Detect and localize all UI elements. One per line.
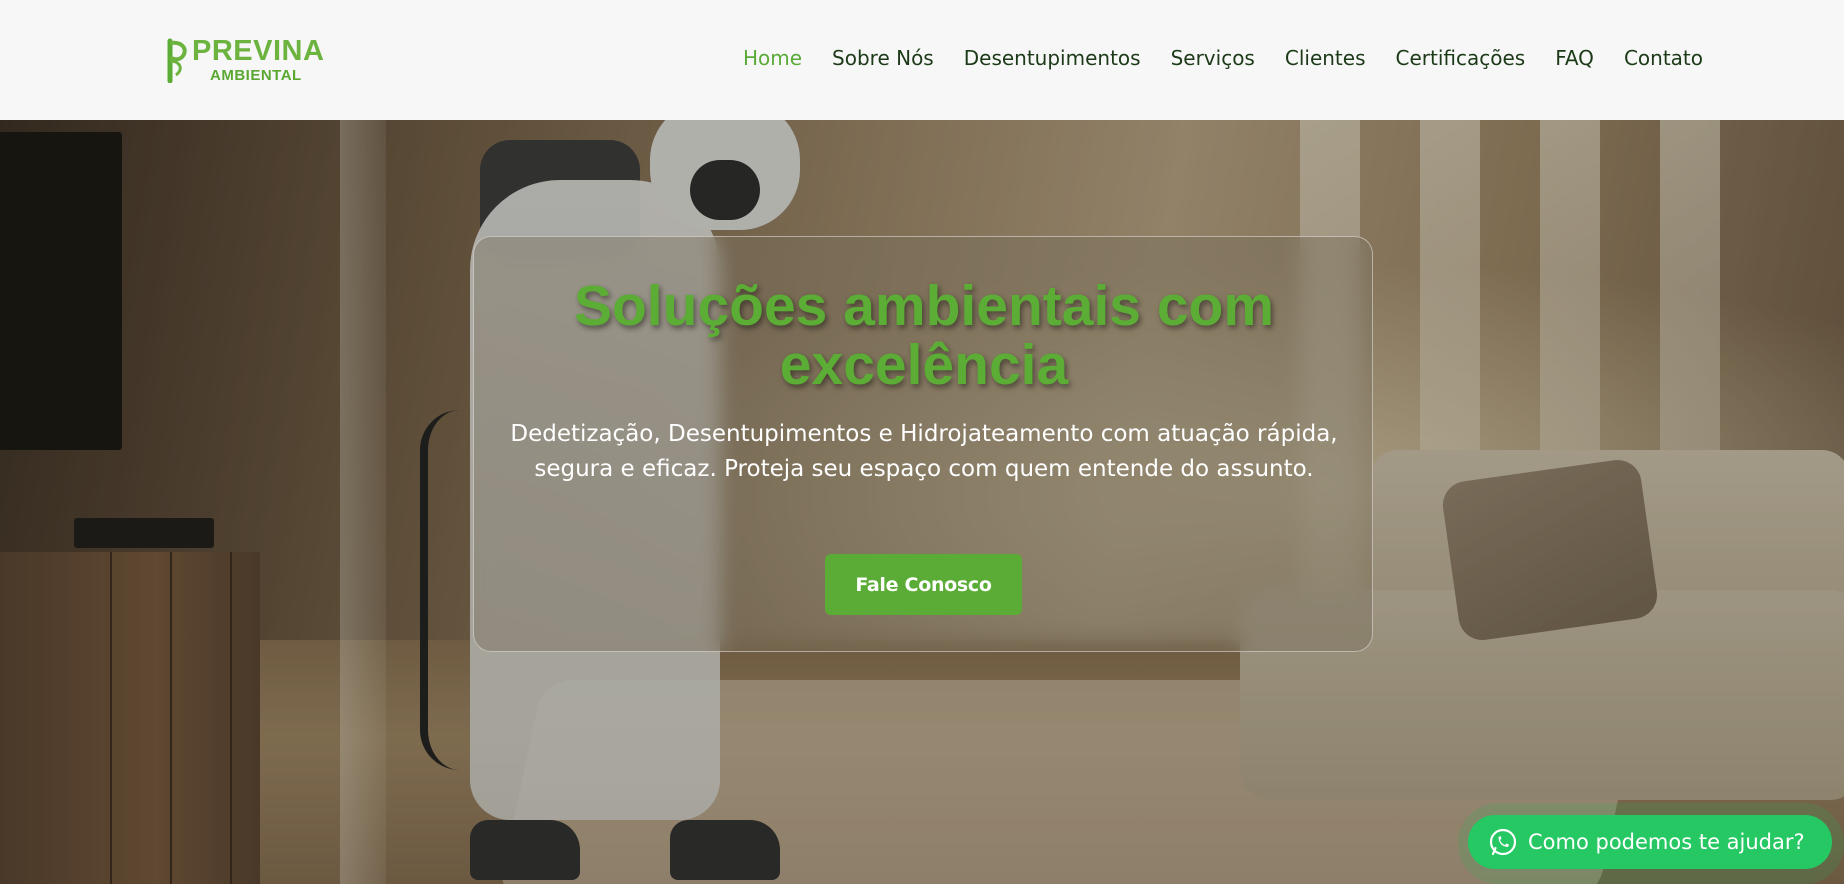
fale-conosco-button[interactable]: Fale Conosco bbox=[825, 554, 1022, 615]
hero-title: Soluções ambientais com excelência bbox=[573, 274, 1275, 397]
nav-contato[interactable]: Contato bbox=[1624, 46, 1703, 70]
nav-servicos[interactable]: Serviços bbox=[1171, 46, 1255, 70]
whatsapp-chat-button[interactable]: Como podemos te ajudar? bbox=[1468, 815, 1832, 869]
brand-wordmark: PREVINA AMBIENTAL bbox=[192, 35, 325, 84]
brand-logo[interactable]: PREVINA AMBIENTAL bbox=[162, 36, 324, 84]
brand-name: PREVINA bbox=[192, 35, 325, 67]
nav-desentupimentos[interactable]: Desentupimentos bbox=[964, 46, 1141, 70]
main-nav: Home Sobre Nós Desentupimentos Serviços … bbox=[743, 46, 1703, 70]
nav-home[interactable]: Home bbox=[743, 46, 802, 70]
nav-sobre-nos[interactable]: Sobre Nós bbox=[832, 46, 934, 70]
hero-section: Soluções ambientais com excelência Dedet… bbox=[0, 120, 1844, 884]
nav-certificacoes[interactable]: Certificações bbox=[1395, 46, 1525, 70]
hero-subtitle: Dedetização, Desentupimentos e Hidrojate… bbox=[510, 421, 1338, 482]
brand-tagline: AMBIENTAL bbox=[210, 67, 302, 84]
nav-faq[interactable]: FAQ bbox=[1555, 46, 1594, 70]
whatsapp-icon bbox=[1489, 828, 1517, 856]
site-header: PREVINA AMBIENTAL Home Sobre Nós Desentu… bbox=[0, 0, 1844, 120]
hero-card: Soluções ambientais com excelência Dedet… bbox=[473, 236, 1373, 652]
leaf-p-icon bbox=[167, 38, 187, 83]
nav-clientes[interactable]: Clientes bbox=[1285, 46, 1366, 70]
whatsapp-label: Como podemos te ajudar? bbox=[1528, 830, 1805, 854]
